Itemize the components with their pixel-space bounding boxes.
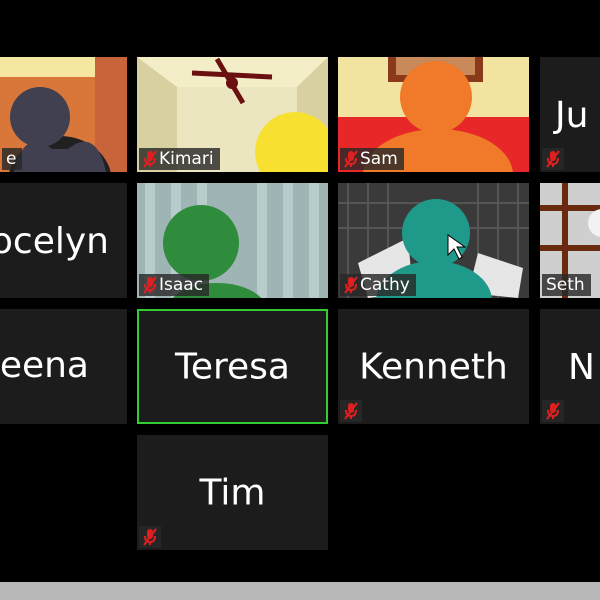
video-tile-participant-6[interactable]: Isaac	[137, 183, 328, 298]
video-tile-participant-12[interactable]: N	[540, 309, 600, 424]
participant-name-label: Isaac	[139, 274, 210, 296]
muted-mic-icon	[143, 276, 157, 294]
participant-name-label: Kimari	[139, 148, 220, 170]
video-tile-participant-1[interactable]: e	[0, 57, 127, 172]
video-tile-participant-13[interactable]: Tim	[137, 435, 328, 550]
video-tile-participant-5[interactable]: ocelyn	[0, 183, 127, 298]
video-tile-participant-10-active-speaker[interactable]: Teresa	[137, 309, 328, 424]
video-tile-participant-9[interactable]: eena	[0, 309, 127, 424]
mute-badge	[542, 400, 564, 422]
video-tile-participant-7[interactable]: Cathy	[338, 183, 529, 298]
video-tile-participant-8[interactable]: Seth	[540, 183, 600, 298]
participant-name-label: Sam	[340, 148, 404, 170]
participant-name-label: e	[2, 148, 23, 170]
participant-name: Teresa	[175, 346, 290, 387]
video-tile-participant-2[interactable]: Kimari	[137, 57, 328, 172]
bottom-toolbar-edge	[0, 582, 600, 600]
muted-mic-icon	[143, 150, 157, 168]
participant-name-label: Seth	[542, 274, 591, 296]
participant-name: eena	[0, 345, 89, 386]
mute-badge	[542, 148, 564, 170]
muted-mic-icon	[143, 528, 157, 546]
mute-badge	[340, 400, 362, 422]
video-tile-participant-4[interactable]: Ju	[540, 57, 600, 172]
participant-name: Tim	[199, 472, 266, 513]
participant-name: Kenneth	[359, 346, 508, 387]
participant-name: ocelyn	[0, 221, 109, 262]
participant-name: N	[568, 347, 595, 388]
video-tile-participant-11[interactable]: Kenneth	[338, 309, 529, 424]
muted-mic-icon	[344, 150, 358, 168]
mute-badge	[139, 526, 161, 548]
muted-mic-icon	[344, 276, 358, 294]
muted-mic-icon	[344, 402, 358, 420]
video-tile-participant-3[interactable]: Sam	[338, 57, 529, 172]
participant-name-label: Cathy	[340, 274, 416, 296]
participant-name: Ju	[555, 95, 589, 136]
muted-mic-icon	[546, 402, 560, 420]
muted-mic-icon	[546, 150, 560, 168]
